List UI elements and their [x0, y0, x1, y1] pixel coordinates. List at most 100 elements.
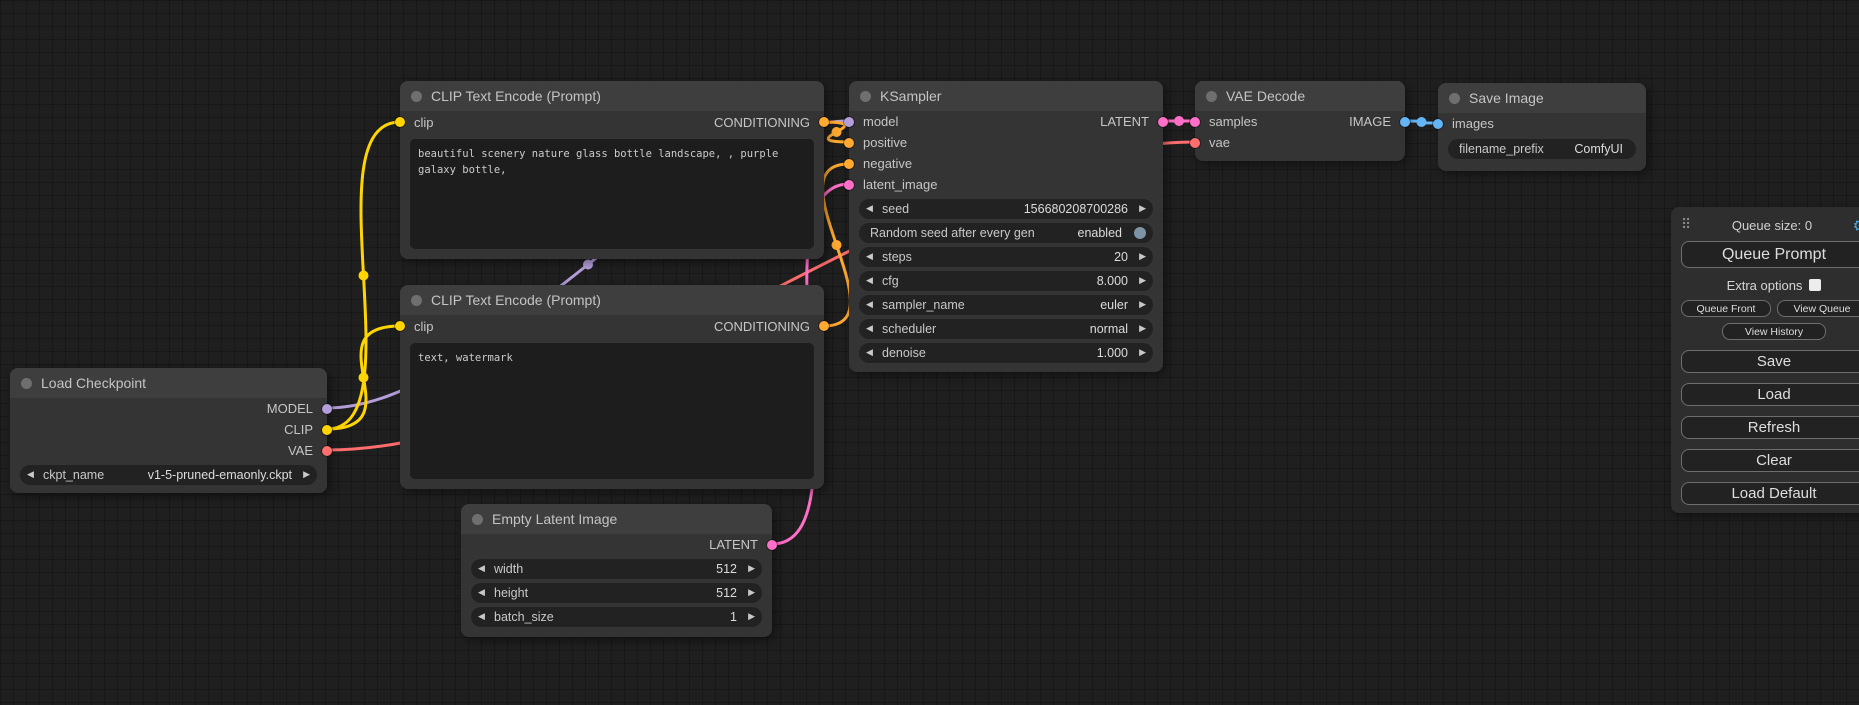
- node-clip-text-encode-positive-titlebar[interactable]: CLIP Text Encode (Prompt): [400, 81, 824, 111]
- collapse-dot-icon[interactable]: [411, 295, 422, 306]
- prev-arrow-icon[interactable]: ◀: [27, 470, 39, 480]
- slot-row: clip CONDITIONING: [400, 315, 824, 337]
- prev-arrow-icon[interactable]: ◀: [866, 324, 878, 334]
- clear-button[interactable]: Clear: [1681, 449, 1859, 472]
- input-dot-vae[interactable]: [1190, 138, 1200, 148]
- output-dot-conditioning[interactable]: [819, 117, 829, 127]
- input-dot-samples[interactable]: [1190, 117, 1200, 127]
- decrement-arrow-icon[interactable]: ◀: [866, 204, 878, 214]
- drag-handle-icon[interactable]: ⠿: [1681, 217, 1691, 233]
- widget-filename-prefix[interactable]: filename_prefix ComfyUI: [1448, 139, 1636, 159]
- output-dot-clip[interactable]: [322, 425, 332, 435]
- load-default-button[interactable]: Load Default: [1681, 482, 1859, 505]
- widget-label: seed: [882, 202, 909, 216]
- widget-sampler-name[interactable]: ◀ sampler_name euler ▶: [859, 295, 1153, 315]
- view-history-button[interactable]: View History: [1722, 323, 1826, 340]
- node-empty-latent-image[interactable]: Empty Latent Image LATENT ◀ width 512 ▶ …: [461, 504, 772, 637]
- toggle-dot-icon[interactable]: [1134, 227, 1146, 239]
- increment-arrow-icon[interactable]: ▶: [1134, 252, 1146, 262]
- node-load-checkpoint-titlebar[interactable]: Load Checkpoint: [10, 368, 327, 398]
- node-clip-text-encode-negative[interactable]: CLIP Text Encode (Prompt) clip CONDITION…: [400, 285, 824, 489]
- widget-steps[interactable]: ◀ steps 20 ▶: [859, 247, 1153, 267]
- view-queue-button[interactable]: View Queue: [1777, 300, 1859, 317]
- decrement-arrow-icon[interactable]: ◀: [478, 588, 490, 598]
- input-dot-clip[interactable]: [395, 321, 405, 331]
- widget-random-seed-toggle[interactable]: Random seed after every gen enabled: [859, 223, 1153, 243]
- node-ksampler-titlebar[interactable]: KSampler: [849, 81, 1163, 111]
- collapse-dot-icon[interactable]: [1206, 91, 1217, 102]
- increment-arrow-icon[interactable]: ▶: [743, 564, 755, 574]
- next-arrow-icon[interactable]: ▶: [1134, 300, 1146, 310]
- output-dot-model[interactable]: [322, 404, 332, 414]
- node-title: Empty Latent Image: [492, 511, 617, 527]
- decrement-arrow-icon[interactable]: ◀: [866, 252, 878, 262]
- queue-prompt-button[interactable]: Queue Prompt: [1681, 241, 1859, 268]
- input-dot-latent-image[interactable]: [844, 180, 854, 190]
- widget-scheduler[interactable]: ◀ scheduler normal ▶: [859, 319, 1153, 339]
- input-dot-negative[interactable]: [844, 159, 854, 169]
- widget-width[interactable]: ◀ width 512 ▶: [471, 559, 762, 579]
- increment-arrow-icon[interactable]: ▶: [1134, 348, 1146, 358]
- widget-label: steps: [882, 250, 912, 264]
- decrement-arrow-icon[interactable]: ◀: [478, 564, 490, 574]
- node-vae-decode[interactable]: VAE Decode samples IMAGE vae: [1195, 81, 1405, 161]
- load-button[interactable]: Load: [1681, 383, 1859, 406]
- input-dot-positive[interactable]: [844, 138, 854, 148]
- increment-arrow-icon[interactable]: ▶: [743, 612, 755, 622]
- node-ksampler[interactable]: KSampler model LATENT positive negative …: [849, 81, 1163, 372]
- output-slot-label: VAE: [288, 443, 313, 458]
- collapse-dot-icon[interactable]: [411, 91, 422, 102]
- output-dot-latent[interactable]: [767, 540, 777, 550]
- output-slot-label: LATENT: [709, 537, 758, 552]
- slot-row: model LATENT: [849, 111, 1163, 132]
- output-slot-row: MODEL: [10, 398, 327, 419]
- prompt-textarea-negative[interactable]: text, watermark: [410, 343, 814, 479]
- settings-gear-icon[interactable]: ⚙: [1853, 216, 1859, 235]
- widget-ckpt-name[interactable]: ◀ ckpt_name v1-5-pruned-emaonly.ckpt ▶: [20, 465, 317, 485]
- input-slot-label: clip: [414, 319, 434, 334]
- node-clip-text-encode-positive[interactable]: CLIP Text Encode (Prompt) clip CONDITION…: [400, 81, 824, 259]
- prompt-textarea-positive[interactable]: beautiful scenery nature glass bottle la…: [410, 139, 814, 249]
- collapse-dot-icon[interactable]: [21, 378, 32, 389]
- decrement-arrow-icon[interactable]: ◀: [866, 276, 878, 286]
- queue-front-button[interactable]: Queue Front: [1681, 300, 1771, 317]
- input-dot-model[interactable]: [844, 117, 854, 127]
- widget-seed[interactable]: ◀ seed 156680208700286 ▶: [859, 199, 1153, 219]
- wire-midpoint-dot: [583, 260, 593, 270]
- output-dot-latent[interactable]: [1158, 117, 1168, 127]
- next-arrow-icon[interactable]: ▶: [1134, 324, 1146, 334]
- collapse-dot-icon[interactable]: [860, 91, 871, 102]
- decrement-arrow-icon[interactable]: ◀: [478, 612, 490, 622]
- output-dot-vae[interactable]: [322, 446, 332, 456]
- widget-label: cfg: [882, 274, 899, 288]
- collapse-dot-icon[interactable]: [1449, 93, 1460, 104]
- input-dot-images[interactable]: [1433, 119, 1443, 129]
- node-empty-latent-image-titlebar[interactable]: Empty Latent Image: [461, 504, 772, 534]
- extra-options-label: Extra options: [1727, 278, 1803, 293]
- next-arrow-icon[interactable]: ▶: [298, 470, 310, 480]
- node-vae-decode-titlebar[interactable]: VAE Decode: [1195, 81, 1405, 111]
- refresh-button[interactable]: Refresh: [1681, 416, 1859, 439]
- input-dot-clip[interactable]: [395, 117, 405, 127]
- extra-options-checkbox[interactable]: [1809, 279, 1821, 291]
- save-button[interactable]: Save: [1681, 350, 1859, 373]
- widget-height[interactable]: ◀ height 512 ▶: [471, 583, 762, 603]
- node-clip-text-encode-negative-titlebar[interactable]: CLIP Text Encode (Prompt): [400, 285, 824, 315]
- widget-label: Random seed after every gen: [870, 226, 1035, 240]
- node-save-image[interactable]: Save Image images filename_prefix ComfyU…: [1438, 83, 1646, 171]
- node-title: Load Checkpoint: [41, 375, 146, 391]
- decrement-arrow-icon[interactable]: ◀: [866, 348, 878, 358]
- increment-arrow-icon[interactable]: ▶: [743, 588, 755, 598]
- output-dot-conditioning[interactable]: [819, 321, 829, 331]
- increment-arrow-icon[interactable]: ▶: [1134, 276, 1146, 286]
- widget-batch-size[interactable]: ◀ batch_size 1 ▶: [471, 607, 762, 627]
- output-dot-image[interactable]: [1400, 117, 1410, 127]
- node-save-image-titlebar[interactable]: Save Image: [1438, 83, 1646, 113]
- increment-arrow-icon[interactable]: ▶: [1134, 204, 1146, 214]
- widget-cfg[interactable]: ◀ cfg 8.000 ▶: [859, 271, 1153, 291]
- queue-menu-panel: ⠿ Queue size: 0 ⚙ Queue Prompt Extra opt…: [1671, 207, 1859, 513]
- prev-arrow-icon[interactable]: ◀: [866, 300, 878, 310]
- node-load-checkpoint[interactable]: Load Checkpoint MODEL CLIP VAE ◀ ckpt_na…: [10, 368, 327, 493]
- widget-denoise[interactable]: ◀ denoise 1.000 ▶: [859, 343, 1153, 363]
- collapse-dot-icon[interactable]: [472, 514, 483, 525]
